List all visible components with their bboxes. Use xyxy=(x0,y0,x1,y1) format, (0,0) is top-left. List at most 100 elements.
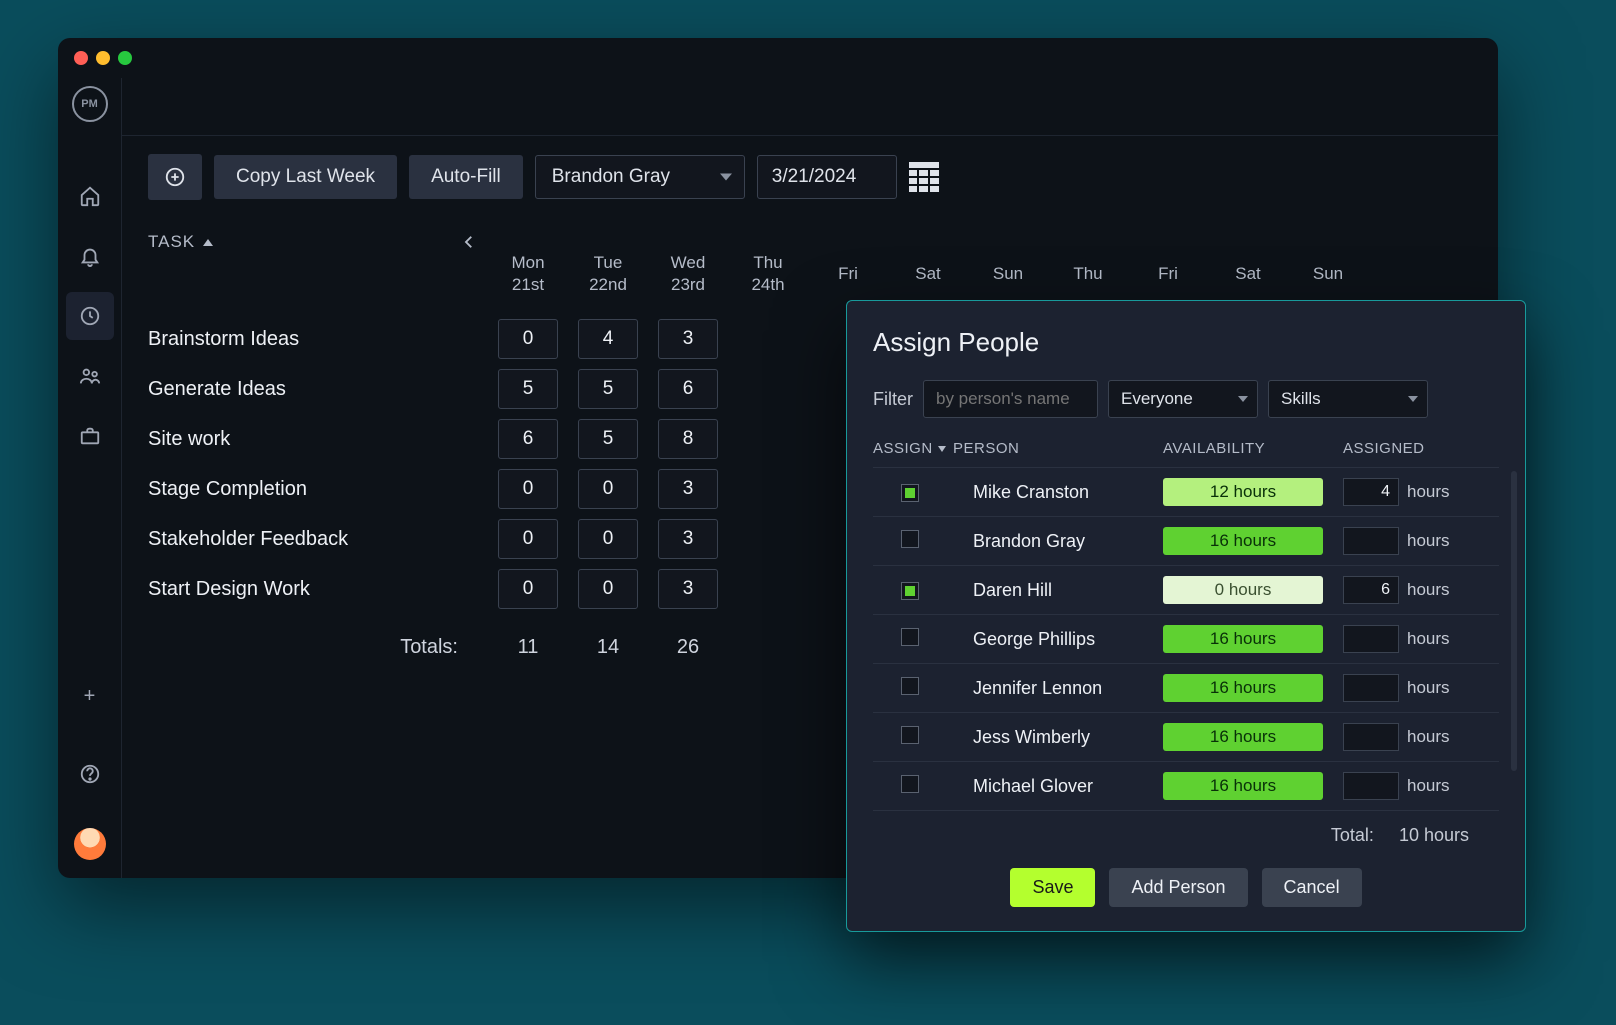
assign-checkbox[interactable] xyxy=(901,484,919,502)
assigned-hours-input[interactable] xyxy=(1343,478,1399,506)
day-column: Thu xyxy=(1048,263,1128,285)
app-logo[interactable]: PM xyxy=(72,86,108,122)
clock-icon[interactable] xyxy=(66,292,114,340)
assign-checkbox[interactable] xyxy=(901,628,919,646)
hour-cell[interactable]: 0 xyxy=(498,519,558,559)
person-row: Jess Wimberly16 hourshours xyxy=(873,713,1499,762)
task-column-header[interactable]: TASK xyxy=(148,232,488,252)
hours-label: hours xyxy=(1407,678,1450,698)
hour-cell[interactable]: 5 xyxy=(498,369,558,409)
chevron-left-icon[interactable] xyxy=(460,233,478,251)
assigned-hours-input[interactable] xyxy=(1343,772,1399,800)
hour-cell[interactable]: 5 xyxy=(578,419,638,459)
titlebar xyxy=(58,38,1498,78)
assigned-hours-input[interactable] xyxy=(1343,723,1399,751)
person-dropdown[interactable]: Brandon Gray xyxy=(535,155,745,199)
assign-checkbox[interactable] xyxy=(901,775,919,793)
hour-cell[interactable]: 3 xyxy=(658,469,718,509)
task-name[interactable]: Stakeholder Feedback xyxy=(148,528,488,551)
day-column: Wed23rd xyxy=(648,252,728,296)
total-value: 10 hours xyxy=(1399,825,1469,845)
assigned-hours-input[interactable] xyxy=(1343,576,1399,604)
home-icon[interactable] xyxy=(66,172,114,220)
hour-cell[interactable]: 3 xyxy=(658,569,718,609)
people-icon[interactable] xyxy=(66,352,114,400)
hour-cell[interactable]: 3 xyxy=(658,319,718,359)
person-row: Jennifer Lennon16 hours hours xyxy=(873,664,1499,713)
hour-cell[interactable]: 3 xyxy=(658,519,718,559)
hour-cell[interactable]: 6 xyxy=(658,369,718,409)
day-column: Sun xyxy=(1288,263,1368,285)
task-name[interactable]: Start Design Work xyxy=(148,578,488,601)
hour-cell[interactable]: 0 xyxy=(498,319,558,359)
scope-dropdown[interactable]: Everyone xyxy=(1108,380,1258,418)
calendar-icon[interactable] xyxy=(909,162,939,192)
dialog-filter-row: Filter Everyone Skills xyxy=(873,380,1499,418)
person-name: George Phillips xyxy=(973,629,1163,650)
avatar[interactable] xyxy=(74,828,106,860)
add-task-button[interactable] xyxy=(148,154,202,200)
date-input[interactable]: 3/21/2024 xyxy=(757,155,897,199)
person-name: Jess Wimberly xyxy=(973,727,1163,748)
cancel-button[interactable]: Cancel xyxy=(1262,868,1362,907)
availability-column-header[interactable]: AVAILABILITY xyxy=(1163,440,1343,457)
availability-badge: 16 hours xyxy=(1163,625,1323,653)
assigned-hours-input[interactable] xyxy=(1343,527,1399,555)
person-name: Jennifer Lennon xyxy=(973,678,1163,699)
left-rail: PM + xyxy=(58,78,122,878)
add-icon[interactable]: + xyxy=(66,672,114,720)
add-person-button[interactable]: Add Person xyxy=(1109,868,1247,907)
briefcase-icon[interactable] xyxy=(66,412,114,460)
task-name[interactable]: Brainstorm Ideas xyxy=(148,328,488,351)
window-close-icon[interactable] xyxy=(74,51,88,65)
availability-badge: 0 hours xyxy=(1163,576,1323,604)
person-name: Brandon Gray xyxy=(973,531,1163,552)
save-button[interactable]: Save xyxy=(1010,868,1095,907)
day-column: Tue22nd xyxy=(568,252,648,296)
person-row: Daren Hill0 hours hours xyxy=(873,566,1499,615)
bell-icon[interactable] xyxy=(66,232,114,280)
copy-last-week-button[interactable]: Copy Last Week xyxy=(214,155,397,199)
person-row: Mike Cranston12 hourshours xyxy=(873,468,1499,517)
day-column: Sat xyxy=(1208,263,1288,285)
hour-cell[interactable]: 0 xyxy=(498,569,558,609)
task-name[interactable]: Generate Ideas xyxy=(148,378,488,401)
skills-dropdown[interactable]: Skills xyxy=(1268,380,1428,418)
assign-checkbox[interactable] xyxy=(901,677,919,695)
task-name[interactable]: Site work xyxy=(148,428,488,451)
hour-cell[interactable]: 0 xyxy=(578,469,638,509)
assign-checkbox[interactable] xyxy=(901,582,919,600)
sort-asc-icon xyxy=(203,239,213,246)
availability-badge: 16 hours xyxy=(1163,772,1323,800)
day-column: Thu24th xyxy=(728,252,808,296)
hour-cell[interactable]: 0 xyxy=(498,469,558,509)
window-minimize-icon[interactable] xyxy=(96,51,110,65)
assigned-hours-input[interactable] xyxy=(1343,625,1399,653)
assign-checkbox[interactable] xyxy=(901,726,919,744)
hour-cell[interactable]: 8 xyxy=(658,419,718,459)
assign-checkbox[interactable] xyxy=(901,530,919,548)
availability-badge: 16 hours xyxy=(1163,674,1323,702)
hours-label: hours xyxy=(1407,580,1450,600)
total-cell: 14 xyxy=(568,636,648,659)
person-name: Daren Hill xyxy=(973,580,1163,601)
dialog-actions: Save Add Person Cancel xyxy=(873,868,1499,907)
person-row: Brandon Gray16 hourshours xyxy=(873,517,1499,566)
help-icon[interactable] xyxy=(66,750,114,798)
person-column-header[interactable]: PERSON xyxy=(953,440,1163,457)
hour-cell[interactable]: 4 xyxy=(578,319,638,359)
hour-cell[interactable]: 6 xyxy=(498,419,558,459)
person-row: Michael Glover16 hourshours xyxy=(873,762,1499,811)
window-zoom-icon[interactable] xyxy=(118,51,132,65)
assigned-column-header[interactable]: ASSIGNED xyxy=(1343,440,1493,457)
availability-badge: 16 hours xyxy=(1163,723,1323,751)
hour-cell[interactable]: 0 xyxy=(578,519,638,559)
auto-fill-button[interactable]: Auto-Fill xyxy=(409,155,523,199)
task-name[interactable]: Stage Completion xyxy=(148,478,488,501)
assigned-hours-input[interactable] xyxy=(1343,674,1399,702)
filter-input[interactable] xyxy=(923,380,1098,418)
hour-cell[interactable]: 5 xyxy=(578,369,638,409)
hour-cell[interactable]: 0 xyxy=(578,569,638,609)
total-label: Total: xyxy=(1331,825,1374,845)
scrollbar[interactable] xyxy=(1511,471,1517,771)
